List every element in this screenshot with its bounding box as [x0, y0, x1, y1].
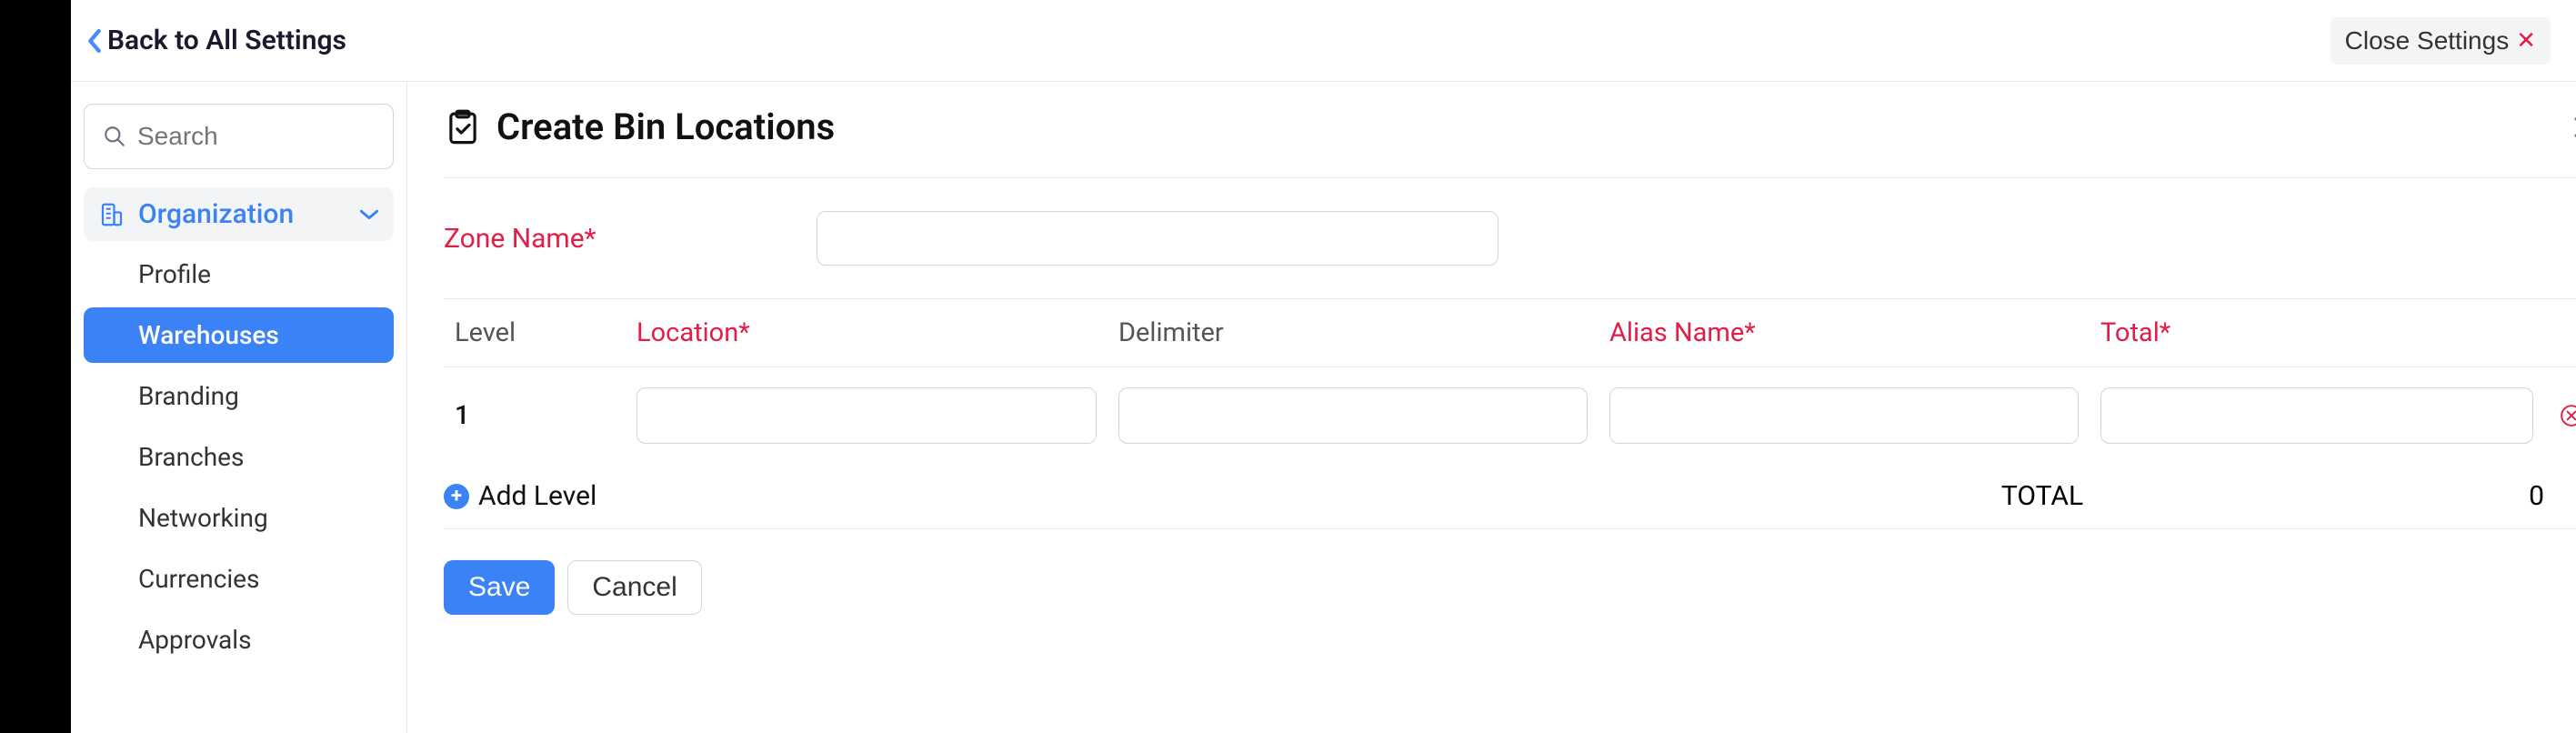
sidebar-item-branding[interactable]: Branding: [84, 368, 394, 424]
alias-input[interactable]: [1609, 387, 2079, 444]
sidebar-item-warehouses[interactable]: Warehouses: [84, 307, 394, 363]
add-level-label: Add Level: [478, 480, 596, 512]
search-icon: [103, 125, 126, 148]
sidebar-item-label: Currencies: [138, 564, 259, 594]
col-header-total: Total*: [2090, 312, 2544, 354]
col-header-level: Level: [444, 312, 626, 354]
search-box[interactable]: [84, 104, 394, 169]
remove-icon: [2560, 404, 2576, 427]
close-settings-label: Close Settings: [2345, 26, 2510, 55]
page-title-text: Create Bin Locations: [496, 105, 835, 148]
sidebar: Organization Profile Warehouses Branding…: [71, 82, 407, 733]
add-level-button[interactable]: + Add Level: [444, 480, 596, 512]
sidebar-item-label: Branding: [138, 381, 239, 411]
sidebar-item-currencies[interactable]: Currencies: [84, 551, 394, 607]
zone-name-input[interactable]: [817, 211, 1498, 266]
footer-total-value: 0: [2529, 480, 2544, 512]
plus-icon: +: [444, 484, 469, 509]
zone-name-row: Zone Name*: [444, 211, 2576, 266]
levels-table: Level Location* Delimiter Alias Name* To…: [444, 298, 2576, 529]
save-button[interactable]: Save: [444, 560, 555, 615]
table-row: 1: [444, 367, 2576, 464]
back-to-settings-link[interactable]: Back to All Settings: [87, 25, 346, 56]
chevron-left-icon: [87, 28, 102, 54]
cancel-button[interactable]: Cancel: [567, 560, 701, 615]
location-input[interactable]: [636, 387, 1097, 444]
total-input[interactable]: [2100, 387, 2533, 444]
close-x-icon: ✕: [2516, 26, 2536, 55]
close-panel-button[interactable]: [2570, 113, 2576, 142]
sidebar-item-label: Warehouses: [138, 320, 279, 350]
sidebar-item-label: Approvals: [138, 625, 252, 655]
sidebar-group-label: Organization: [138, 198, 294, 230]
col-header-alias: Alias Name*: [1599, 312, 2090, 354]
page-title: Create Bin Locations: [444, 105, 835, 148]
footer-total-label: TOTAL: [2001, 480, 2083, 512]
sidebar-item-label: Networking: [138, 503, 268, 533]
zone-name-label: Zone Name*: [444, 223, 817, 255]
main-panel: Create Bin Locations Zone Name* Level Lo…: [407, 82, 2576, 733]
close-settings-button[interactable]: Close Settings ✕: [2330, 17, 2551, 65]
chevron-down-icon: [359, 208, 379, 221]
topbar: Back to All Settings Close Settings ✕: [71, 0, 2576, 82]
sidebar-item-label: Profile: [138, 259, 211, 289]
back-label: Back to All Settings: [107, 25, 346, 56]
delimiter-input[interactable]: [1118, 387, 1588, 444]
building-icon: [98, 201, 125, 228]
sidebar-item-label: Branches: [138, 442, 244, 472]
sidebar-group-organization[interactable]: Organization: [84, 187, 394, 241]
sidebar-item-networking[interactable]: Networking: [84, 490, 394, 546]
col-header-delimiter: Delimiter: [1108, 312, 1599, 354]
sidebar-item-branches[interactable]: Branches: [84, 429, 394, 485]
sidebar-item-approvals[interactable]: Approvals: [84, 612, 394, 668]
sidebar-item-profile[interactable]: Profile: [84, 246, 394, 302]
col-header-location: Location*: [626, 312, 1108, 354]
clipboard-check-icon: [444, 108, 482, 146]
level-number: 1: [444, 395, 626, 437]
remove-row-button[interactable]: [2544, 398, 2576, 433]
